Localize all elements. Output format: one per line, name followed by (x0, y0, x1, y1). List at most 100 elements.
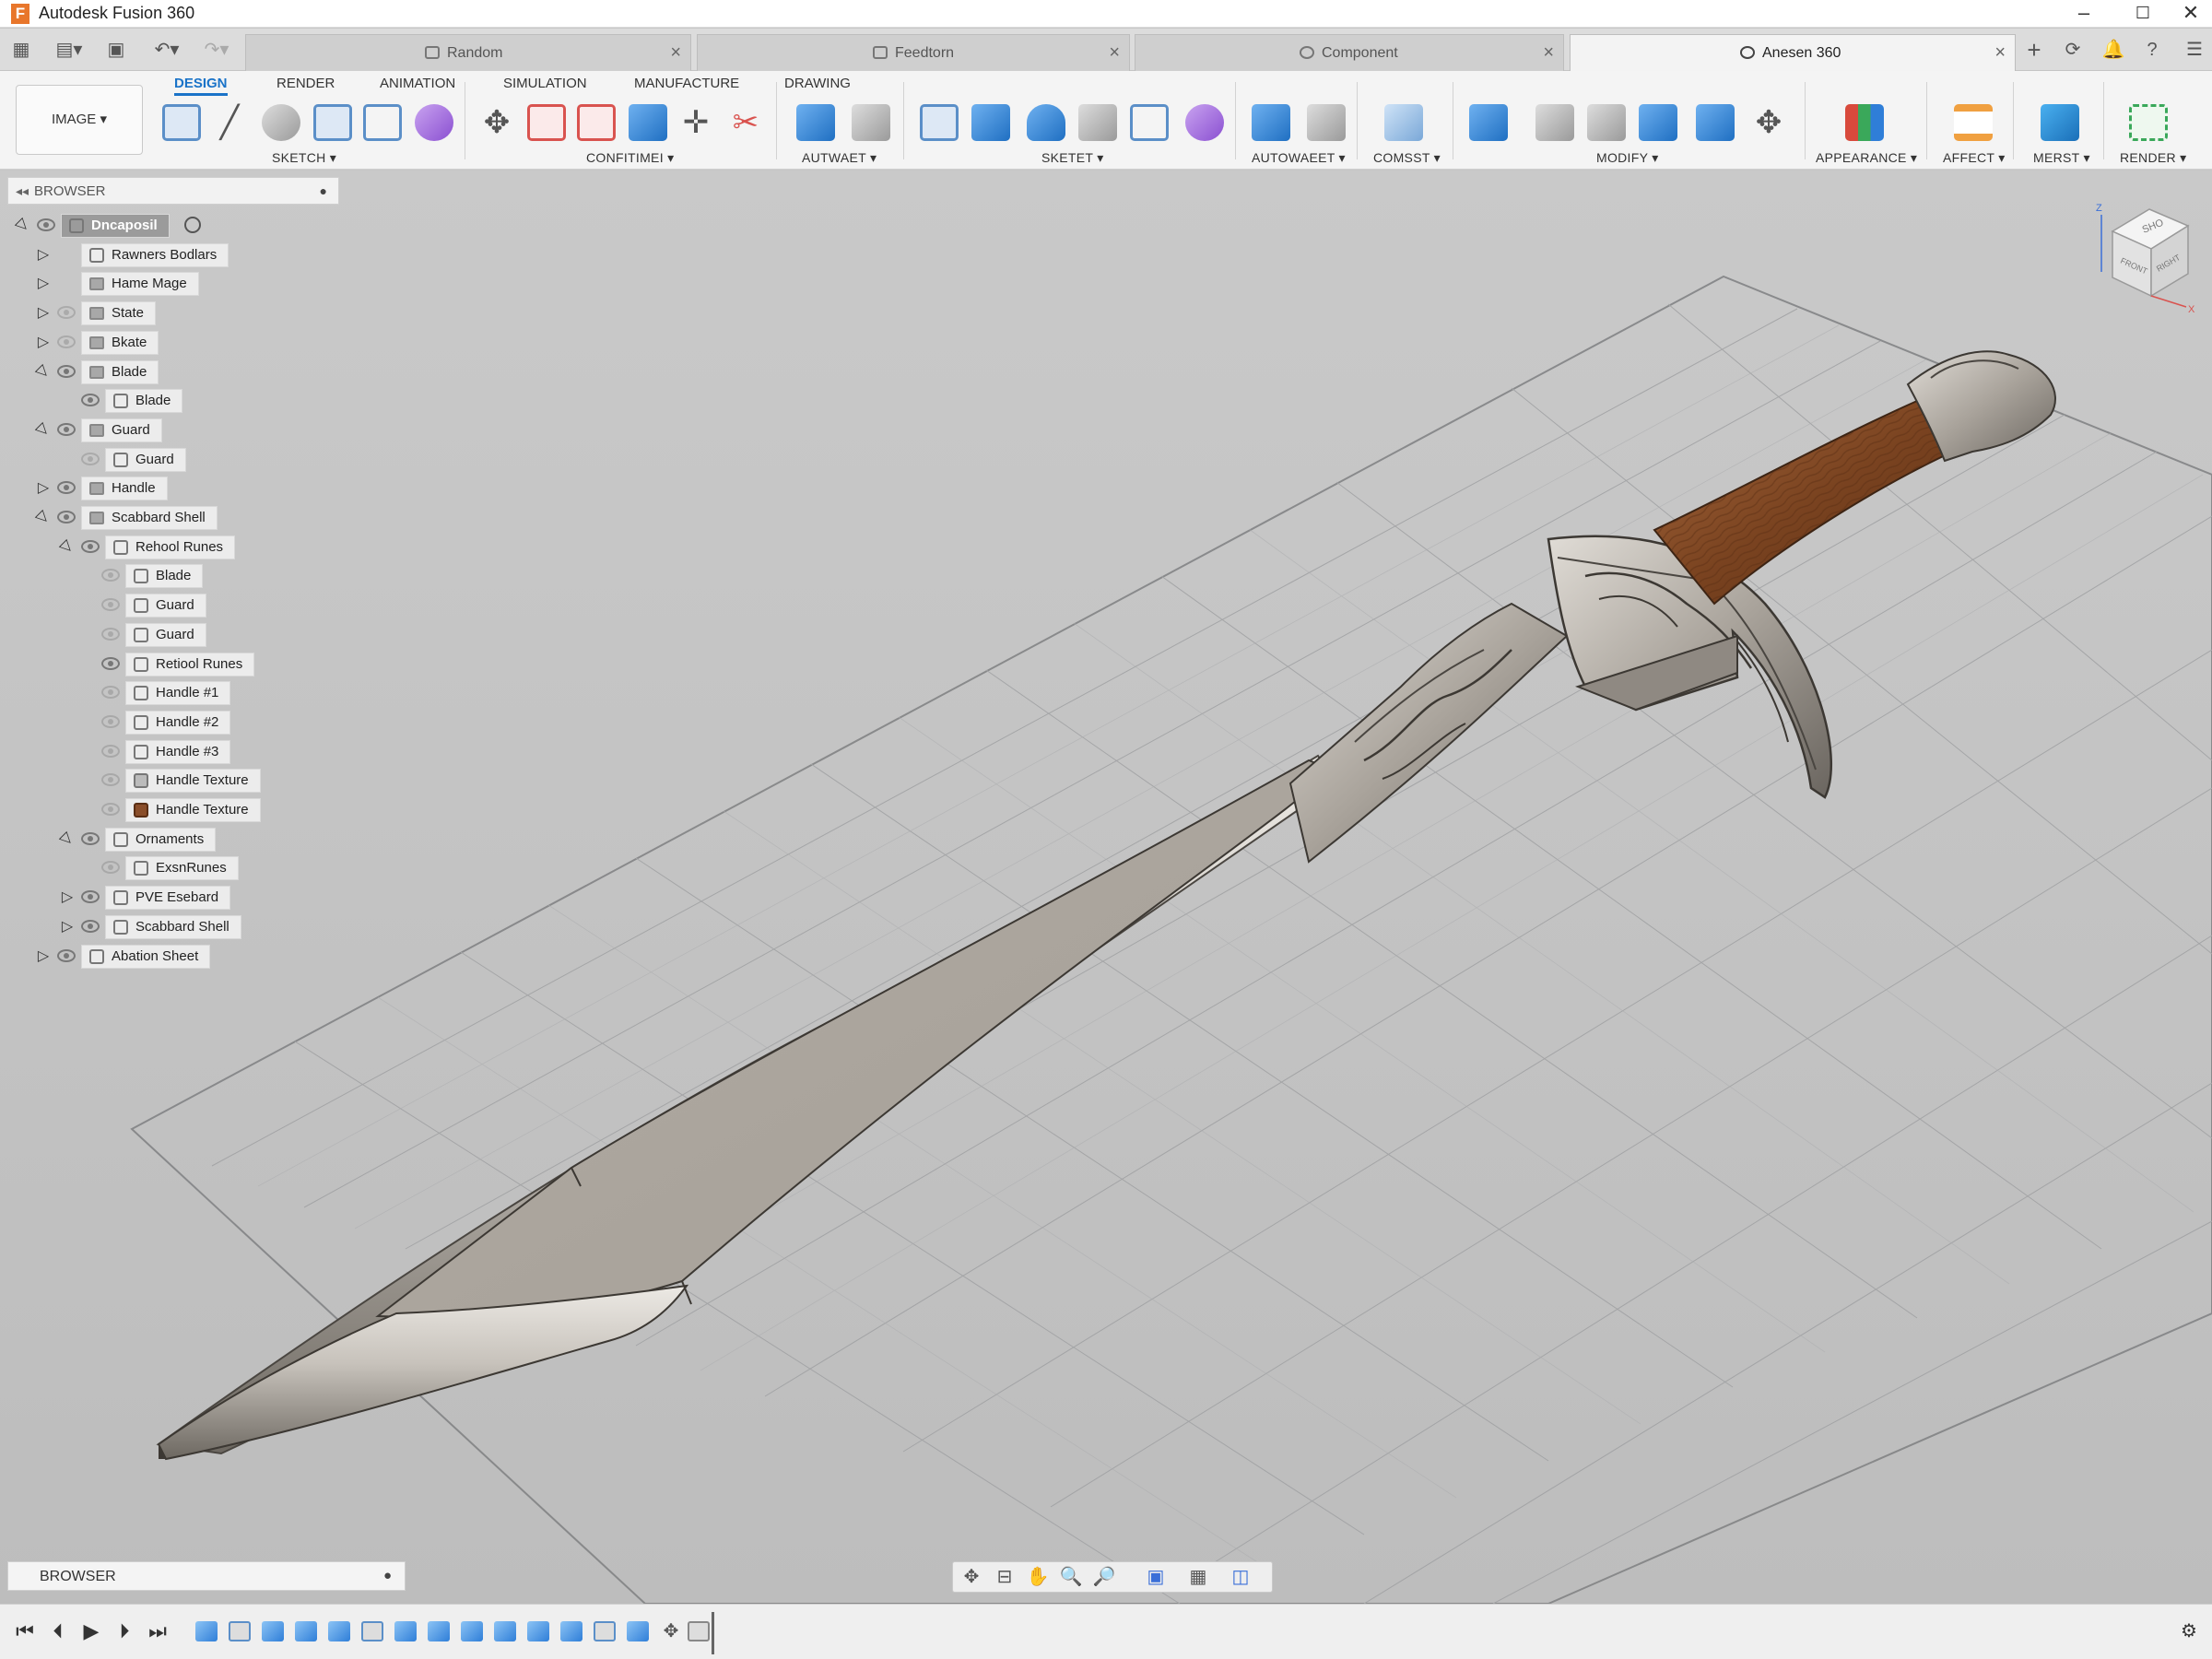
user-account-icon[interactable]: ☰ (2183, 39, 2206, 61)
construct-plane-icon[interactable] (527, 104, 566, 141)
browser-node[interactable]: ▷ Guard (7, 418, 339, 442)
visibility-eye-icon[interactable] (101, 744, 120, 758)
timeline-feature-icon[interactable] (560, 1621, 582, 1641)
undo-icon[interactable]: ↶▾ (147, 39, 186, 61)
tab-close-icon[interactable]: × (670, 42, 681, 64)
grid-settings-icon[interactable]: ▦ (1183, 1565, 1213, 1589)
group-sketch[interactable]: SKETCH ▾ (272, 150, 336, 166)
browser-node-label[interactable]: Handle #3 (125, 739, 231, 764)
tab-manufacture[interactable]: MANUFACTURE (634, 76, 739, 91)
visibility-eye-icon[interactable] (101, 773, 120, 787)
browser-node-label[interactable]: Guard (81, 418, 162, 442)
browser-node[interactable]: ▷ State (7, 301, 339, 326)
collapse-browser-icon[interactable]: ◂◂ (16, 183, 29, 199)
tab-anesen-360[interactable]: Anesen 360 × (1570, 34, 2016, 71)
close-icon[interactable]: ✕ (2168, 0, 2212, 26)
visibility-eye-icon[interactable] (101, 803, 120, 816)
browser-node[interactable]: Handle #1 (7, 681, 339, 706)
bottom-browser-bar[interactable]: BROWSER ● (7, 1561, 406, 1591)
browser-node-label[interactable]: Blade (81, 359, 159, 384)
browser-node-label[interactable]: Guard (125, 594, 206, 618)
timeline-marker[interactable] (712, 1612, 714, 1654)
tab-close-icon[interactable]: × (1994, 42, 2006, 64)
visibility-eye-icon[interactable] (81, 394, 100, 407)
arc-icon[interactable] (262, 104, 300, 141)
group-affect[interactable]: AFFECT ▾ (1943, 150, 2006, 166)
group-modify[interactable]: MODIFY ▾ (1596, 150, 1659, 166)
browser-node[interactable]: ▷ Dncaposil (7, 214, 339, 238)
browser-node[interactable]: ▷ Blade (7, 359, 339, 384)
shell-icon[interactable] (1307, 104, 1346, 141)
move-copy-icon[interactable]: ✥ (1749, 104, 1788, 141)
browser-pin-icon[interactable]: ● (320, 183, 327, 198)
tab-close-icon[interactable]: × (1109, 42, 1120, 64)
insert-image-icon[interactable] (2041, 104, 2079, 141)
split-body-icon[interactable]: ✂ (726, 104, 765, 141)
browser-node-label[interactable]: Abation Sheet (81, 944, 211, 969)
sweep-icon[interactable] (1027, 104, 1065, 141)
browser-node[interactable]: ▷ Bkate (7, 330, 339, 355)
timeline-feature-icon[interactable] (688, 1621, 710, 1641)
bottom-browser-pin-icon[interactable]: ● (383, 1568, 392, 1583)
form-icon[interactable] (415, 104, 453, 141)
timeline-feature-icon[interactable] (428, 1621, 450, 1641)
visibility-eye-icon[interactable] (101, 656, 120, 670)
visibility-eye-icon[interactable] (81, 831, 100, 845)
browser-node-label[interactable]: Handle #1 (125, 681, 231, 706)
visibility-eye-icon[interactable] (101, 686, 120, 700)
visibility-eye-icon[interactable] (57, 481, 76, 495)
browser-node-label[interactable]: Handle (81, 477, 168, 501)
group-autwaet[interactable]: AUTWAET ▾ (802, 150, 877, 166)
browser-node-label[interactable]: Scabbard Shell (105, 914, 241, 939)
browser-node-label[interactable]: Handle #2 (125, 710, 231, 735)
save-icon[interactable]: ▣ (105, 39, 127, 61)
tab-component[interactable]: Component × (1135, 34, 1564, 71)
browser-node-label[interactable]: Dncaposil (61, 214, 170, 238)
rectangle-icon[interactable] (313, 104, 352, 141)
browser-node-label[interactable]: Blade (125, 564, 204, 589)
visibility-eye-icon[interactable] (37, 218, 55, 231)
visibility-eye-icon[interactable] (81, 539, 100, 553)
box-icon[interactable] (971, 104, 1010, 141)
look-at-icon[interactable]: ⊟ (990, 1565, 1019, 1589)
timeline-feature-icon[interactable] (361, 1621, 383, 1641)
collapsed-arrow-icon[interactable]: ▷ (35, 245, 52, 264)
tab-simulation[interactable]: SIMULATION (503, 76, 587, 91)
browser-node[interactable]: Guard (7, 622, 339, 647)
new-tab-icon[interactable]: + (2022, 38, 2046, 62)
visibility-eye-icon[interactable] (57, 422, 76, 436)
create-sketch-icon[interactable] (162, 104, 201, 141)
browser-node[interactable]: Handle Texture (7, 769, 339, 794)
browser-node-label[interactable]: Retiool Runes (125, 652, 255, 677)
browser-node[interactable]: ▷ Abation Sheet (7, 944, 339, 969)
expanded-arrow-icon[interactable]: ▷ (31, 505, 56, 530)
minimize-icon[interactable]: – (2061, 0, 2107, 26)
expanded-arrow-icon[interactable]: ▷ (31, 417, 56, 441)
orbit-icon[interactable]: ✥ (957, 1565, 986, 1589)
visibility-eye-icon[interactable] (57, 335, 76, 348)
tab-design[interactable]: DESIGN (174, 76, 228, 96)
fit-point-spline-icon[interactable] (363, 104, 402, 141)
browser-node[interactable]: Handle #2 (7, 710, 339, 735)
collapsed-arrow-icon[interactable]: ▷ (35, 274, 52, 292)
visibility-eye-icon[interactable] (57, 306, 76, 320)
chamfer-icon[interactable] (1587, 104, 1626, 141)
solid-box-icon[interactable] (1252, 104, 1290, 141)
zoom-icon[interactable]: 🔍 (1056, 1565, 1086, 1589)
loft-icon[interactable] (1078, 104, 1117, 141)
press-pull-icon[interactable] (1469, 104, 1508, 141)
activate-component-icon[interactable] (184, 217, 201, 233)
app-menu-grid-icon[interactable]: ▦ (9, 39, 33, 61)
browser-node[interactable]: Guard (7, 447, 339, 472)
visibility-eye-icon[interactable] (57, 511, 76, 524)
extrude-icon[interactable] (796, 104, 835, 141)
revolve-icon[interactable] (852, 104, 890, 141)
browser-node-label[interactable]: Hame Mage (81, 272, 199, 297)
browser-node-label[interactable]: Ornaments (105, 827, 217, 852)
browser-node[interactable]: ▷ Rawners Bodlars (7, 242, 339, 267)
browser-node[interactable]: ▷ Handle (7, 477, 339, 501)
pan-icon[interactable]: ✋ (1023, 1565, 1053, 1589)
appearance-icon[interactable] (1845, 104, 1884, 141)
help-icon[interactable]: ? (2140, 39, 2164, 61)
visibility-eye-icon[interactable] (101, 569, 120, 582)
